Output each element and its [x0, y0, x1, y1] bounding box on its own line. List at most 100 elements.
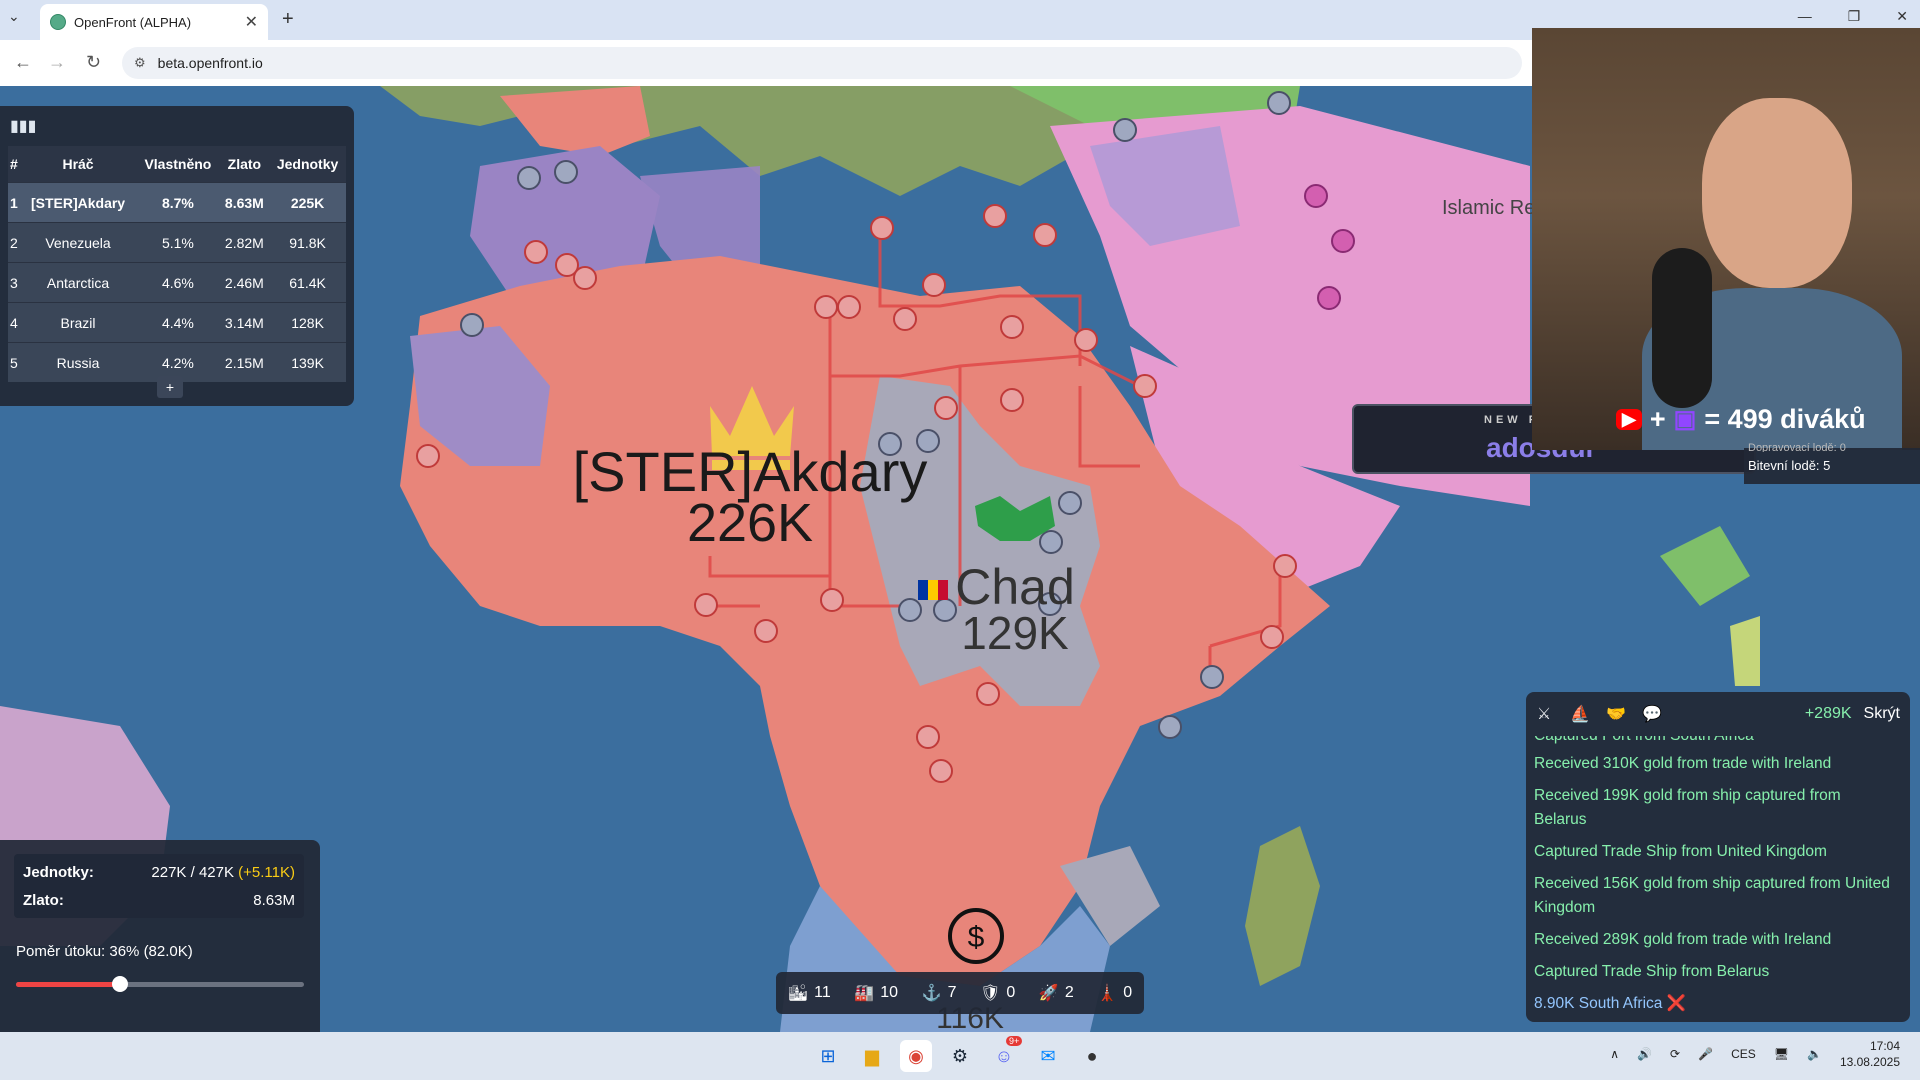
- dismiss-event-icon[interactable]: ❌: [1667, 995, 1686, 1012]
- battleships-text: Bitevní lodě: 5: [1748, 458, 1831, 473]
- missile-silo-count[interactable]: 🚀 2: [1039, 983, 1074, 1003]
- tray-expand-icon[interactable]: ∧: [1610, 1047, 1619, 1061]
- url-field[interactable]: ⚙ beta.openfront.io: [122, 47, 1522, 79]
- player-cell: Venezuela: [19, 222, 137, 263]
- rank-cell: 2: [8, 222, 20, 263]
- network-icon[interactable]: 🖥: [1774, 1047, 1789, 1061]
- new-tab-button[interactable]: +: [282, 8, 294, 31]
- event-item: Captured Trade Ship from United Kingdom: [1534, 843, 1827, 860]
- hide-log-button[interactable]: Skrýt: [1864, 705, 1900, 723]
- ship-info-panel: Dopravovací lodě: 0 Bitevní lodě: 5: [1744, 442, 1920, 484]
- event-item[interactable]: 8.90K South Africa ❌: [1534, 992, 1894, 1016]
- sync-icon[interactable]: ⟳: [1670, 1047, 1680, 1061]
- troops-cell: 91.8K: [269, 222, 346, 263]
- col-rank[interactable]: #: [8, 146, 20, 183]
- chat-filter-icon[interactable]: 💬: [1634, 704, 1670, 724]
- gold-value: 8.63M: [253, 892, 295, 909]
- youtube-icon: ▶: [1616, 409, 1642, 430]
- messenger-icon[interactable]: ✉: [1032, 1040, 1064, 1072]
- alliance-filter-icon[interactable]: 🤝: [1598, 704, 1634, 724]
- speaker-icon[interactable]: 🔈: [1807, 1047, 1822, 1061]
- tab-search-icon[interactable]: ⌄: [8, 8, 20, 25]
- sam-launcher-count[interactable]: 🗼 0: [1097, 983, 1132, 1003]
- factory-count[interactable]: 🏭 10: [854, 983, 898, 1003]
- reload-icon[interactable]: ↻: [86, 52, 101, 73]
- clock-date: 13.08.2025: [1839, 1055, 1900, 1069]
- rank-cell: 5: [8, 342, 20, 382]
- troops-cell: 128K: [269, 302, 346, 343]
- start-icon[interactable]: ⊞: [812, 1040, 844, 1072]
- leaderboard-row[interactable]: 2 Venezuela 5.1% 2.82M 91.8K: [8, 222, 346, 263]
- tab-close-icon[interactable]: ✕: [245, 12, 258, 32]
- attack-ratio-handle[interactable]: [111, 976, 128, 992]
- col-gold[interactable]: Zlato: [219, 146, 270, 183]
- missile-silo-icon: 🚀: [1038, 985, 1059, 1002]
- bar-chart-icon[interactable]: ▮▮▮: [10, 116, 36, 136]
- attack-ratio-label: Poměr útoku: 36% (82.0K): [16, 943, 193, 960]
- leaderboard-row[interactable]: 3 Antarctica 4.6% 2.46M 61.4K: [8, 262, 346, 303]
- col-owned[interactable]: Vlastněno: [136, 146, 220, 183]
- islamic-republic-label: Islamic Re: [1442, 197, 1536, 219]
- viewer-count: ▶ + ▣ = 499 diváků: [1616, 404, 1866, 435]
- defense-post-count[interactable]: 🛡 0: [980, 983, 1015, 1003]
- leaderboard-header: # Hráč Vlastněno Zlato Jednotky: [8, 146, 346, 183]
- minimize-icon[interactable]: —: [1798, 8, 1812, 25]
- factory-icon: 🏭: [854, 985, 875, 1002]
- forward-icon[interactable]: →: [48, 52, 66, 73]
- transport-ships-text: Dopravovací lodě: 0: [1748, 442, 1846, 452]
- site-info-icon[interactable]: ⚙: [134, 55, 146, 71]
- player-cell: [STER]Akdary: [19, 182, 137, 223]
- event-log-panel: ⚔ ⛵ 🤝 💬 +289K Skrýt Captured Port from S…: [1526, 692, 1910, 1022]
- streamer-face: [1702, 98, 1852, 288]
- leaderboard-row[interactable]: 4 Brazil 4.4% 3.14M 128K: [8, 302, 346, 343]
- steam-icon[interactable]: ⚙: [944, 1040, 976, 1072]
- app-icon[interactable]: ●: [1076, 1040, 1108, 1072]
- microphone-icon[interactable]: 🎤: [1698, 1047, 1713, 1061]
- trade-filter-icon[interactable]: ⛵: [1562, 704, 1598, 724]
- leaderboard-row[interactable]: 1 [STER]Akdary 8.7% 8.63M 225K: [8, 182, 346, 223]
- plus-sign: +: [1649, 404, 1666, 434]
- city-count[interactable]: 🏙 11: [788, 983, 831, 1003]
- owned-cell: 4.6%: [136, 262, 220, 303]
- event-item: Received 310K gold from trade with Irela…: [1534, 755, 1832, 772]
- troops-cell: 139K: [269, 342, 346, 382]
- browser-tab[interactable]: OpenFront (ALPHA) ✕: [40, 4, 268, 40]
- leaderboard-expand-button[interactable]: +: [157, 376, 183, 398]
- col-player[interactable]: Hráč: [19, 146, 137, 183]
- event-item: Received 289K gold from trade with Irela…: [1534, 931, 1832, 948]
- chad-name-label: Chad: [955, 559, 1075, 615]
- chad-troops-label: 129K: [961, 607, 1069, 659]
- defense-post-count-value: 0: [1006, 984, 1016, 1001]
- troops-delta: (+5.11K): [238, 864, 295, 881]
- attack-filter-icon[interactable]: ⚔: [1526, 704, 1562, 724]
- event-item: Received 156K gold from ship captured fr…: [1534, 875, 1890, 916]
- player-troops-label: 226K: [686, 493, 814, 553]
- url-text: beta.openfront.io: [157, 55, 263, 71]
- file-explorer-icon[interactable]: ▆: [856, 1040, 888, 1072]
- gold-row: Zlato: 8.63M: [23, 892, 295, 909]
- maximize-icon[interactable]: ❐: [1848, 8, 1861, 25]
- back-icon[interactable]: ←: [14, 52, 32, 73]
- webcam-overlay: [1532, 28, 1920, 450]
- stats-box: Jednotky: 227K / 427K (+5.11K) Zlato: 8.…: [14, 854, 304, 918]
- tab-title: OpenFront (ALPHA): [74, 14, 192, 30]
- language-indicator[interactable]: CES: [1731, 1047, 1756, 1061]
- rank-cell: 3: [8, 262, 20, 303]
- volume-icon[interactable]: 🔊: [1637, 1047, 1652, 1061]
- troops-label: Jednotky:: [23, 864, 94, 881]
- close-window-icon[interactable]: ✕: [1896, 8, 1908, 25]
- port-count[interactable]: ⚓ 7: [922, 983, 957, 1003]
- chrome-icon[interactable]: ◉: [900, 1040, 932, 1072]
- col-troops[interactable]: Jednotky: [269, 146, 346, 183]
- system-tray: ∧ 🔊 ⟳ 🎤 CES 🖥 🔈 17:04 13.08.2025: [1610, 1038, 1900, 1070]
- port-count-value: 7: [947, 984, 957, 1001]
- player-cell: Antarctica: [19, 262, 137, 303]
- troops-value: 227K / 427K: [151, 864, 234, 881]
- factory-count-value: 10: [880, 984, 899, 1001]
- sam-launcher-icon: 🗼: [1097, 985, 1118, 1002]
- clock[interactable]: 17:04 13.08.2025: [1840, 1038, 1900, 1070]
- gold-cell: 8.63M: [219, 182, 270, 223]
- gold-cell: 2.15M: [219, 342, 270, 382]
- leaderboard-panel: ▮▮▮ # Hráč Vlastněno Zlato Jednotky 1 [S…: [0, 106, 354, 406]
- player-name-label: [STER]Akdary: [572, 440, 928, 503]
